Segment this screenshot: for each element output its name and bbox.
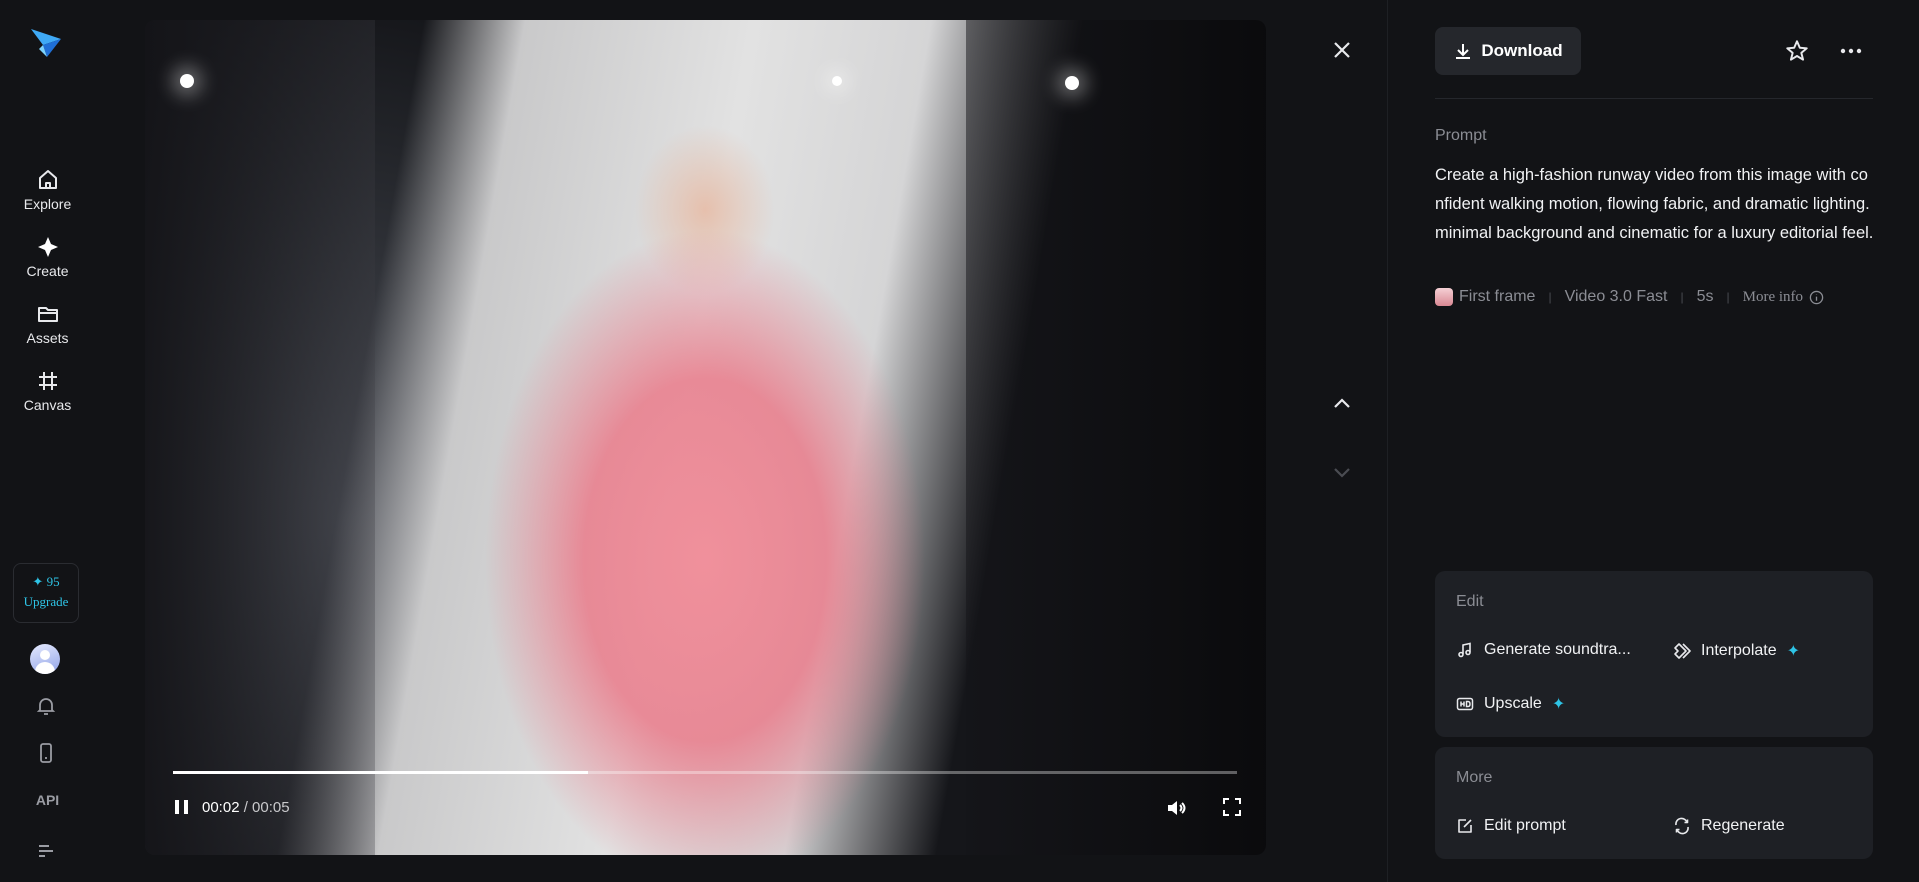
upscale-label: Upscale	[1484, 695, 1542, 712]
hd-icon	[1456, 697, 1474, 711]
panel-divider	[1387, 0, 1388, 882]
more-info-label: More info	[1742, 288, 1804, 305]
stage-light	[180, 74, 194, 88]
generate-soundtrack-label: Generate soundtra...	[1484, 641, 1631, 658]
nav-label: Canvas	[23, 397, 72, 413]
sparkle-diamond-icon	[37, 237, 58, 257]
video-progress-bar[interactable]	[173, 771, 1237, 774]
current-time: 00:02	[202, 799, 240, 816]
duration: / 00:05	[243, 799, 290, 816]
model-label: Video 3.0 Fast	[1564, 288, 1668, 305]
more-options-icon[interactable]	[1838, 38, 1864, 64]
nav-label: Explore	[23, 196, 72, 212]
more-info-link[interactable]: More info	[1743, 289, 1824, 306]
premium-sparkle-icon: ✦	[1786, 643, 1801, 660]
credits-count: ✦ 95	[32, 574, 60, 589]
download-icon	[1456, 44, 1471, 59]
edit-prompt-label: Edit prompt	[1484, 817, 1566, 834]
interpolate-button[interactable]: Interpolate ✦	[1673, 641, 1800, 661]
upscale-button[interactable]: Upscale ✦	[1456, 694, 1565, 714]
hash-frame-icon	[38, 372, 57, 390]
edit-prompt-icon	[1458, 819, 1472, 833]
upgrade-link[interactable]: Upgrade	[14, 594, 78, 610]
interpolate-icon	[1674, 643, 1691, 659]
left-nav: Explore Create Assets Canvas ✦ 95 Upgrad…	[0, 0, 95, 882]
stage-light	[1065, 76, 1079, 90]
chevron-down-icon[interactable]	[1330, 460, 1354, 484]
edit-prompt-button[interactable]: Edit prompt	[1456, 817, 1566, 835]
generate-soundtrack-button[interactable]: Generate soundtra...	[1456, 641, 1631, 659]
video-progress-fill	[173, 771, 588, 774]
first-frame-thumbnail	[1435, 288, 1453, 306]
duration-label: 5s	[1696, 288, 1714, 305]
generation-meta: First frame | Video 3.0 Fast | 5s | More…	[1435, 288, 1824, 306]
home-icon	[38, 170, 57, 189]
nav-label: Create	[26, 263, 69, 279]
star-icon[interactable]	[1784, 38, 1810, 64]
info-icon	[1809, 290, 1824, 304]
nav-item-assets[interactable]: Assets	[0, 302, 95, 348]
avatar[interactable]	[30, 644, 60, 674]
music-note-icon	[1458, 642, 1471, 658]
mobile-icon[interactable]	[34, 741, 58, 765]
first-frame-label[interactable]: First frame	[1459, 288, 1535, 306]
video-timestamp: 00:02 / 00:05	[202, 799, 290, 816]
nav-item-canvas[interactable]: Canvas	[0, 369, 95, 415]
stage-light	[832, 76, 842, 86]
edit-card: Edit Generate soundtra... Interpolate ✦ …	[1435, 571, 1873, 737]
video-player[interactable]: 00:02 / 00:05	[145, 20, 1266, 855]
nav-label: Assets	[26, 330, 69, 346]
more-card-title: More	[1456, 769, 1493, 786]
menu-collapse-icon[interactable]	[34, 838, 58, 862]
download-button[interactable]: Download	[1435, 27, 1581, 75]
api-link[interactable]: API	[0, 792, 95, 808]
regenerate-button[interactable]: Regenerate	[1673, 817, 1785, 835]
video-controls: 00:02 / 00:05	[145, 790, 1266, 826]
logo-icon[interactable]	[29, 25, 63, 59]
bell-icon[interactable]	[34, 694, 58, 718]
chevron-up-icon[interactable]	[1330, 392, 1354, 416]
regenerate-label: Regenerate	[1701, 817, 1785, 834]
premium-sparkle-icon: ✦	[1551, 696, 1566, 713]
credits-upgrade-box[interactable]: ✦ 95 Upgrade	[13, 563, 79, 623]
close-icon[interactable]	[1330, 38, 1354, 62]
interpolate-label: Interpolate	[1701, 642, 1777, 659]
folder-icon	[37, 307, 58, 322]
fullscreen-icon[interactable]	[1221, 796, 1243, 818]
regenerate-icon	[1675, 817, 1689, 835]
prompt-text: Create a high-fashion runway video from …	[1435, 166, 1874, 242]
panel-header-divider	[1435, 98, 1873, 99]
more-card: More Edit prompt Regenerate	[1435, 747, 1873, 859]
nav-item-create[interactable]: Create	[0, 235, 95, 281]
download-label: Download	[1481, 41, 1563, 60]
pause-icon[interactable]	[171, 796, 193, 818]
edit-card-title: Edit	[1456, 593, 1484, 610]
nav-item-explore[interactable]: Explore	[0, 168, 95, 214]
volume-icon[interactable]	[1165, 796, 1189, 820]
prompt-heading: Prompt	[1435, 127, 1487, 144]
